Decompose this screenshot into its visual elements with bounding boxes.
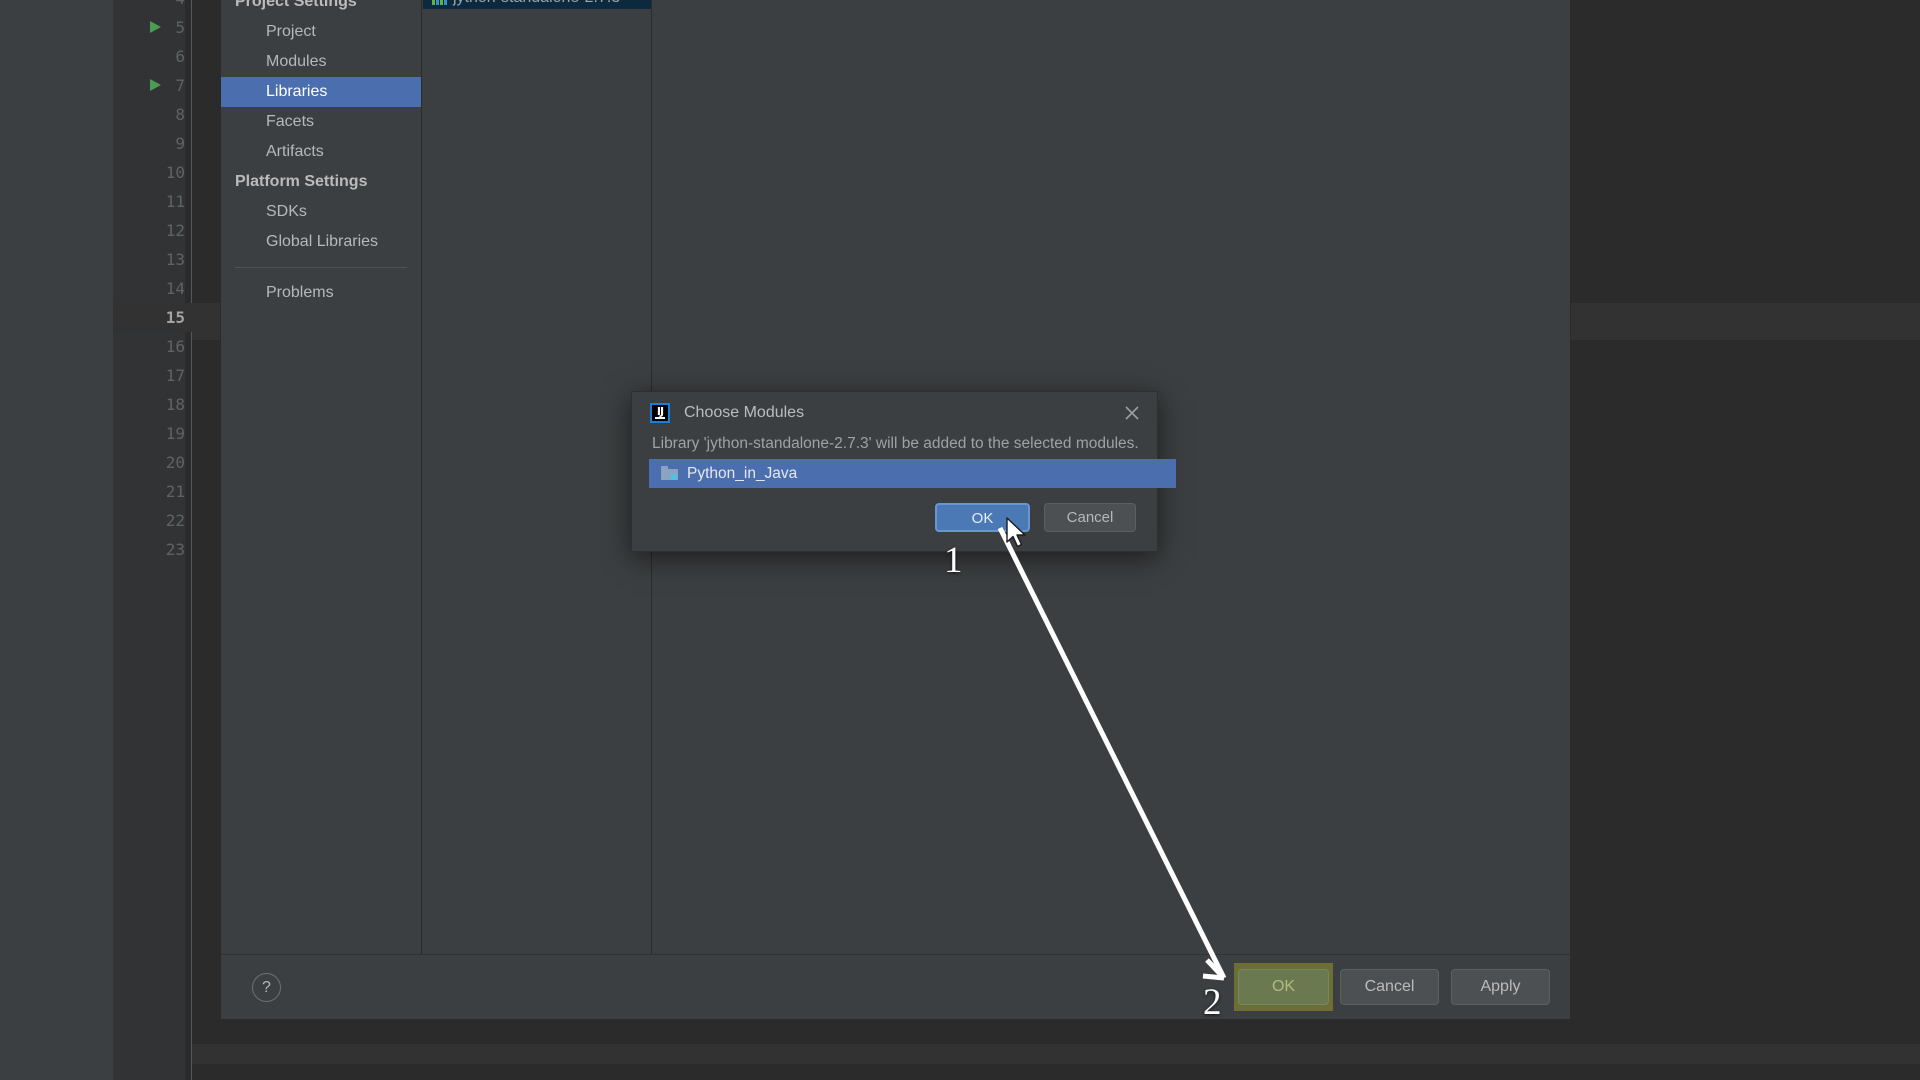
project-structure-apply-button[interactable]: Apply [1451, 969, 1550, 1005]
line-number: 23 [165, 540, 185, 559]
sidebar-item-sdks[interactable]: SDKs [221, 197, 421, 227]
line-number: 6 [175, 47, 185, 66]
annotation-step-2: 2 [1203, 982, 1222, 1023]
project-structure-cancel-button[interactable]: Cancel [1340, 969, 1439, 1005]
choose-modules-title: Choose Modules [684, 404, 805, 421]
editor-highlight-band-bottom [192, 1044, 1920, 1064]
line-number: 14 [165, 279, 185, 298]
libraries-list-panel[interactable]: jython-standalone-2.7.3 [423, 0, 652, 955]
project-structure-bottom-bar: ? OK Cancel Apply [221, 954, 1570, 1019]
sidebar-item-artifacts[interactable]: Artifacts [221, 137, 421, 167]
line-number: 22 [165, 511, 185, 530]
sidebar-item-problems-label: Problems [266, 284, 334, 301]
run-gutter-icon[interactable] [150, 79, 161, 91]
line-number: 15 [165, 308, 185, 327]
sidebar-item-facets[interactable]: Facets [221, 107, 421, 137]
mouse-cursor [1006, 517, 1032, 556]
line-number: 18 [165, 395, 185, 414]
line-number: 12 [165, 221, 185, 240]
sidebar-item-problems[interactable]: Problems 1 [221, 278, 627, 308]
library-list-item[interactable]: jython-standalone-2.7.3 [423, 0, 651, 9]
line-number: 13 [165, 250, 185, 269]
project-structure-ok-button[interactable]: OK [1238, 969, 1329, 1005]
choose-modules-module-list[interactable]: Python_in_Java [649, 459, 1176, 488]
close-icon[interactable] [1122, 403, 1142, 423]
line-number: 16 [165, 337, 185, 356]
module-list-item-label: Python_in_Java [687, 465, 798, 482]
line-number: 19 [165, 424, 185, 443]
line-number: 21 [165, 482, 185, 501]
sidebar-item-modules[interactable]: Modules [221, 47, 421, 77]
choose-modules-title-bar: IJ Choose Modules [632, 392, 1157, 433]
editor-left-strip [0, 0, 113, 1080]
run-gutter-icon[interactable] [150, 21, 161, 33]
module-list-item[interactable]: Python_in_Java [649, 459, 1176, 488]
screen-root: 45pu678910111213141516171819202122}23 Pr… [0, 0, 1920, 1080]
intellij-idea-icon: IJ [650, 403, 670, 423]
line-number: 11 [165, 192, 185, 211]
choose-modules-message: Library 'jython-standalone-2.7.3' will b… [652, 435, 1139, 452]
choose-modules-dialog: IJ Choose Modules Library 'jython-standa… [631, 391, 1176, 552]
module-folder-icon [661, 466, 678, 480]
sidebar-item-global-libraries[interactable]: Global Libraries [221, 227, 421, 257]
line-number: 20 [165, 453, 185, 472]
line-number: 10 [165, 163, 185, 182]
library-bars-icon [432, 0, 447, 5]
sidebar-group-title: Project Settings [235, 0, 357, 10]
sidebar-group-title: Platform Settings [235, 173, 368, 190]
sidebar-divider [235, 267, 407, 268]
choose-modules-cancel-button[interactable]: Cancel [1044, 503, 1136, 532]
help-icon[interactable]: ? [252, 973, 281, 1002]
sidebar-item-libraries[interactable]: Libraries [221, 77, 421, 107]
line-number: 9 [175, 134, 185, 153]
sidebar-item-project[interactable]: Project [221, 17, 421, 47]
annotation-step-1: 1 [944, 540, 963, 581]
library-list-item-label: jython-standalone-2.7.3 [453, 0, 620, 6]
line-number: 17 [165, 366, 185, 385]
project-structure-sidebar: Project Settings Project Modules Libraries F… [221, 0, 627, 955]
line-number: 4 [125, 0, 185, 13]
line-number: 8 [175, 105, 185, 124]
